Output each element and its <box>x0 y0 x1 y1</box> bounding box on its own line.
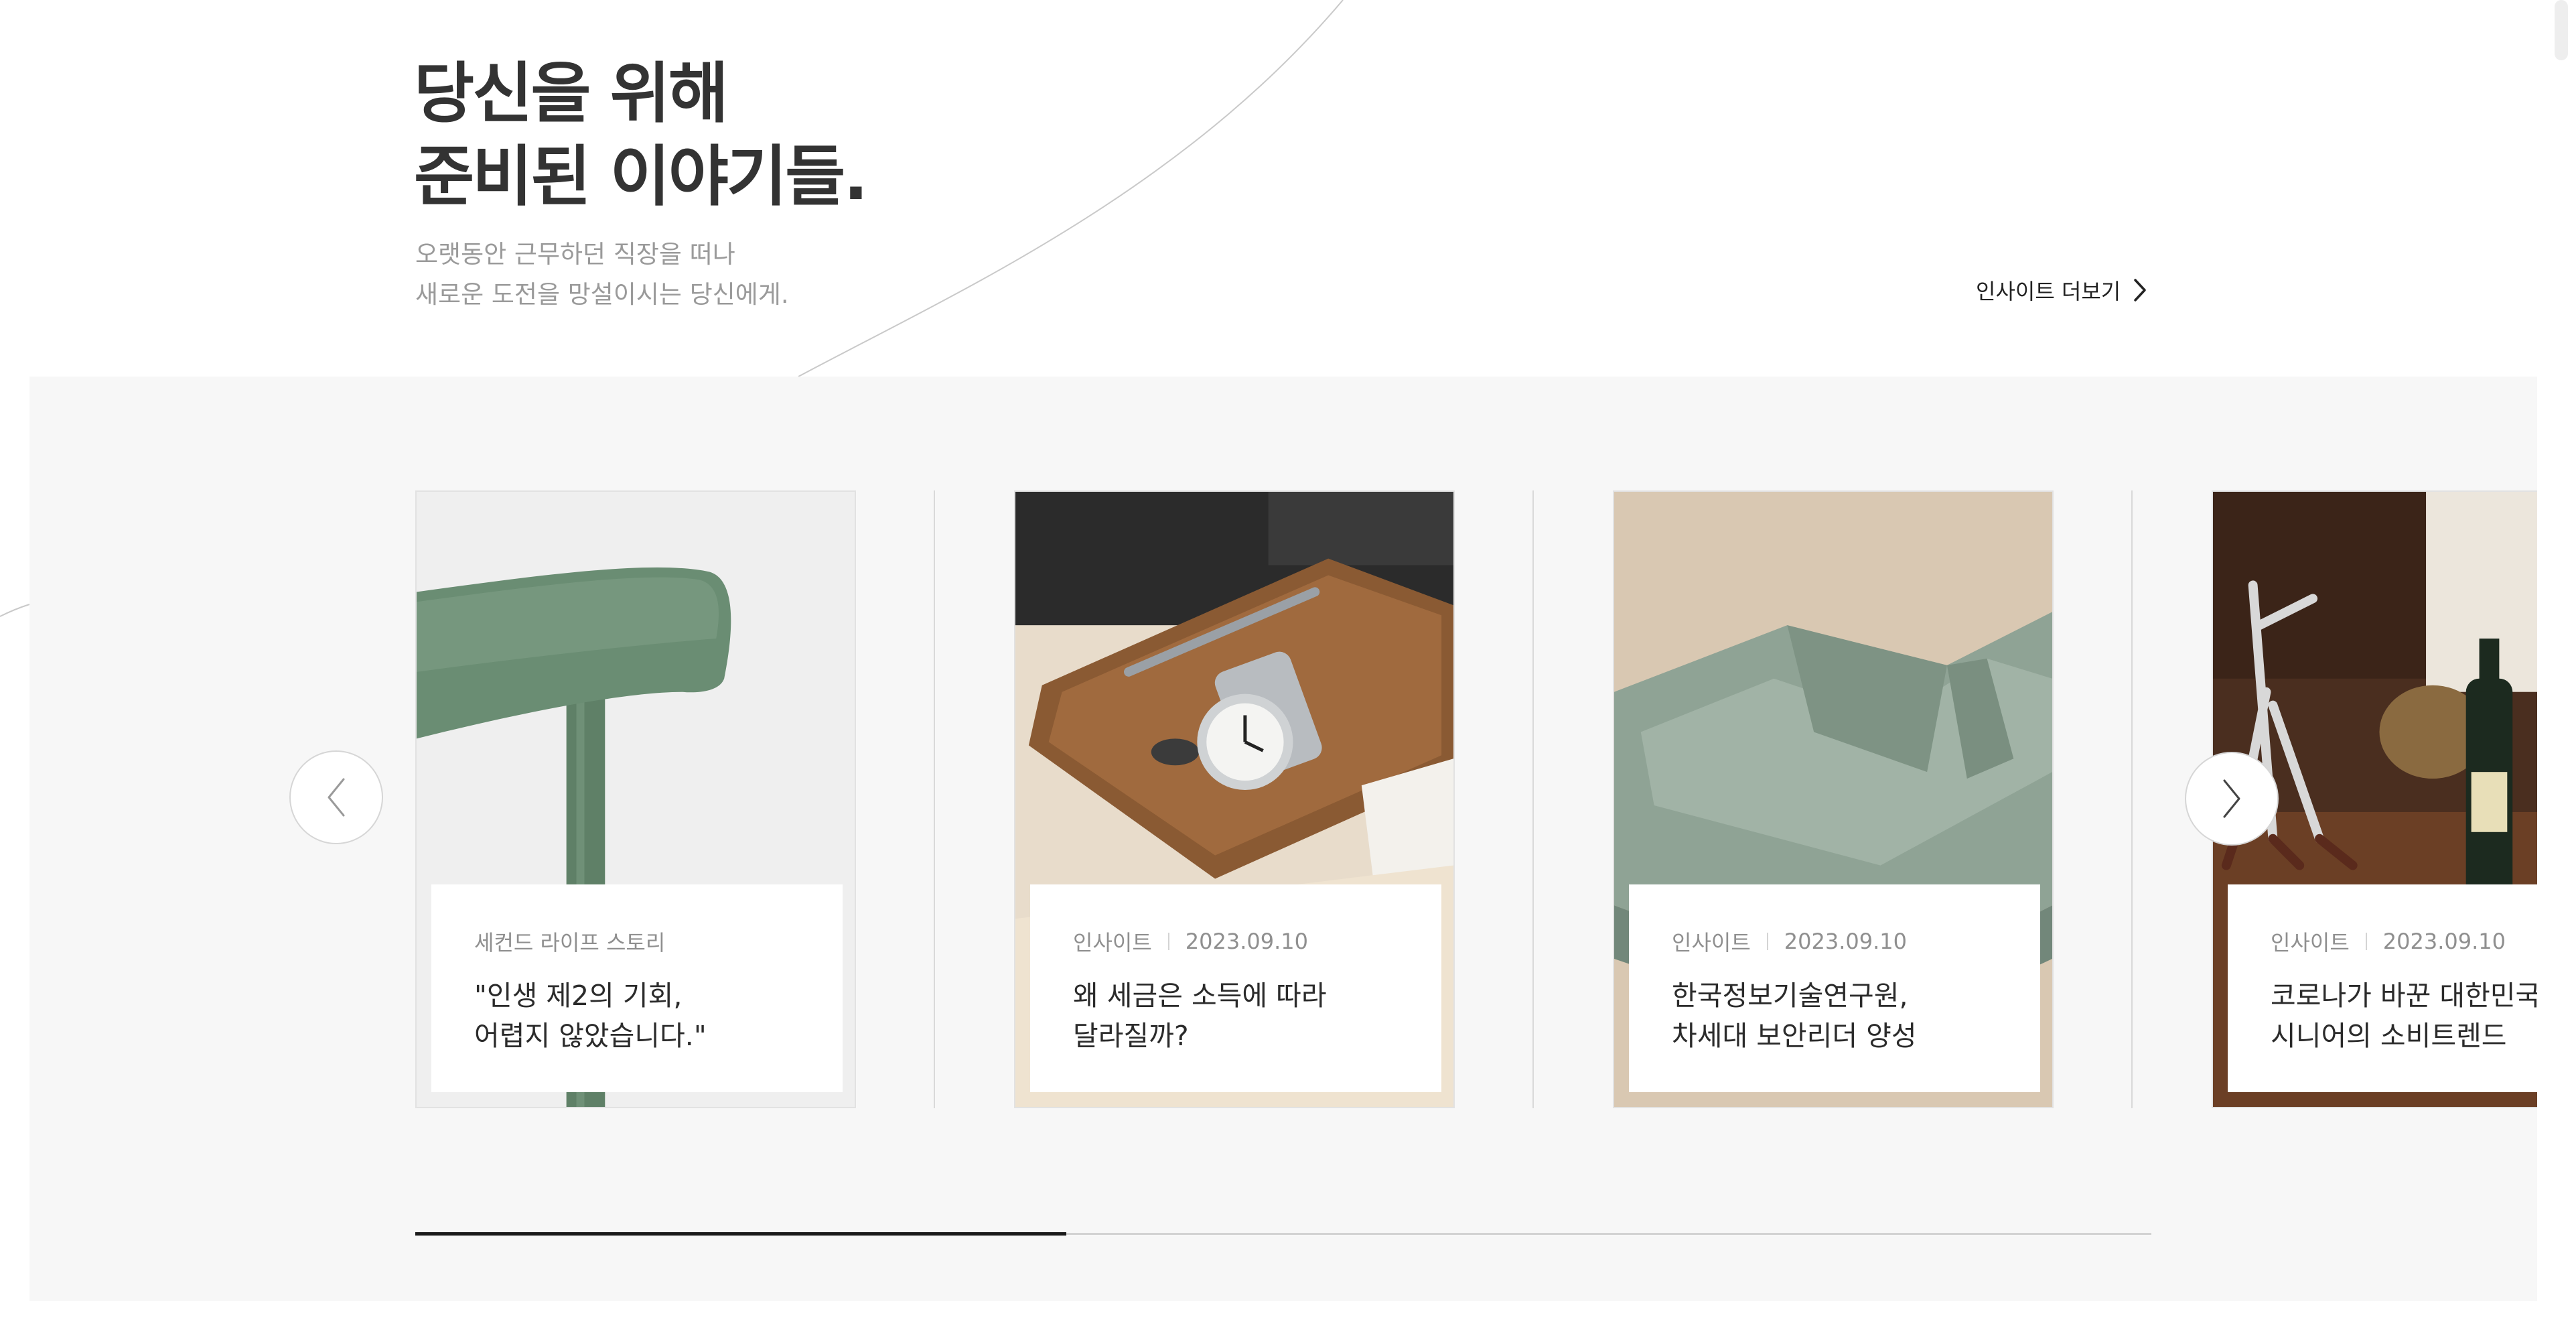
card-meta: 인사이트 2023.09.10 <box>1672 926 2040 957</box>
card-text-box: 세컨드 라이프 스토리 "인생 제2의 기회, 어렵지 않았습니다." <box>431 884 843 1092</box>
card-meta: 세컨드 라이프 스토리 <box>474 926 843 957</box>
card-title: 코로나가 바꾼 대한민국 시니어의 소비트렌드 <box>2271 976 2537 1056</box>
scrollbar-thumb[interactable] <box>2555 0 2568 60</box>
card-category: 인사이트 <box>2271 930 2350 955</box>
card-title-line-2: 시니어의 소비트렌드 <box>2271 1020 2507 1052</box>
card-title-line-1: 코로나가 바꾼 대한민국 <box>2271 980 2537 1012</box>
section-title-line-2: 준비된 이야기들. <box>414 139 868 215</box>
card-date: 2023.09.10 <box>1784 929 1907 954</box>
carousel-progress-fill <box>415 1232 1066 1236</box>
card-title: 왜 세금은 소득에 따라 달라질까? <box>1073 976 1441 1056</box>
card-text-box: 인사이트 2023.09.10 코로나가 바꾼 대한민국 시니어의 소비트렌드 <box>2228 884 2537 1092</box>
card-text-box: 인사이트 2023.09.10 한국정보기술연구원, 차세대 보안리더 양성 <box>1629 884 2040 1092</box>
section-subtitle-line-2: 새로운 도전을 망설이시는 당신에게. <box>415 280 789 309</box>
meta-separator <box>1167 933 1169 950</box>
card-text-box: 인사이트 2023.09.10 왜 세금은 소득에 따라 달라질까? <box>1030 884 1441 1092</box>
chevron-left-icon <box>328 778 345 817</box>
card-divider <box>1532 490 1534 1108</box>
card-title-line-2: 차세대 보안리더 양성 <box>1672 1020 1917 1052</box>
insight-more-link[interactable]: 인사이트 더보기 <box>1976 275 2147 306</box>
card-title-line-1: 왜 세금은 소득에 따라 <box>1073 980 1327 1012</box>
scrollbar-gutter <box>2547 0 2576 1328</box>
insight-more-label: 인사이트 더보기 <box>1976 279 2121 304</box>
section-subtitle-line-1: 오랫동안 근무하던 직장을 떠나 <box>415 240 735 269</box>
carousel-next-button[interactable] <box>2185 752 2279 846</box>
card-meta: 인사이트 2023.09.10 <box>2271 926 2537 957</box>
card-category: 세컨드 라이프 스토리 <box>474 930 666 955</box>
card-title: 한국정보기술연구원, 차세대 보안리더 양성 <box>1672 976 2040 1056</box>
card-title-line-1: 한국정보기술연구원, <box>1672 980 1908 1012</box>
meta-separator <box>1766 933 1768 950</box>
card-title-line-2: 달라질까? <box>1073 1020 1189 1052</box>
story-card-3[interactable]: 인사이트 2023.09.10 한국정보기술연구원, 차세대 보안리더 양성 <box>1613 490 2054 1108</box>
card-divider <box>2131 490 2133 1108</box>
section-title: 당신을 위해 준비된 이야기들. <box>414 52 868 218</box>
card-divider <box>934 490 935 1108</box>
story-card-2[interactable]: 인사이트 2023.09.10 왜 세금은 소득에 따라 달라질까? <box>1014 490 1455 1108</box>
meta-separator <box>2365 933 2367 950</box>
card-category: 인사이트 <box>1672 930 1751 955</box>
card-date: 2023.09.10 <box>2382 929 2506 954</box>
card-title-line-1: "인생 제2의 기회, <box>474 980 683 1012</box>
card-meta: 인사이트 2023.09.10 <box>1073 926 1441 957</box>
carousel-band: 세컨드 라이프 스토리 "인생 제2의 기회, 어렵지 않았습니다." 인사이트… <box>29 377 2537 1301</box>
chevron-right-icon <box>2133 278 2147 302</box>
story-card-1[interactable]: 세컨드 라이프 스토리 "인생 제2의 기회, 어렵지 않았습니다." <box>415 490 856 1108</box>
section-subtitle: 오랫동안 근무하던 직장을 떠나 새로운 도전을 망설이시는 당신에게. <box>415 235 789 315</box>
card-category: 인사이트 <box>1073 930 1152 955</box>
insight-section: 당신을 위해 준비된 이야기들. 오랫동안 근무하던 직장을 떠나 새로운 도전… <box>0 0 2576 1328</box>
section-title-line-1: 당신을 위해 <box>414 56 729 132</box>
carousel-prev-button[interactable] <box>289 750 383 844</box>
chevron-right-icon <box>2223 779 2240 818</box>
carousel-progress-track <box>415 1232 2151 1236</box>
card-title: "인생 제2의 기회, 어렵지 않았습니다." <box>474 976 843 1056</box>
card-date: 2023.09.10 <box>1185 929 1308 954</box>
card-title-line-2: 어렵지 않았습니다." <box>474 1020 707 1052</box>
